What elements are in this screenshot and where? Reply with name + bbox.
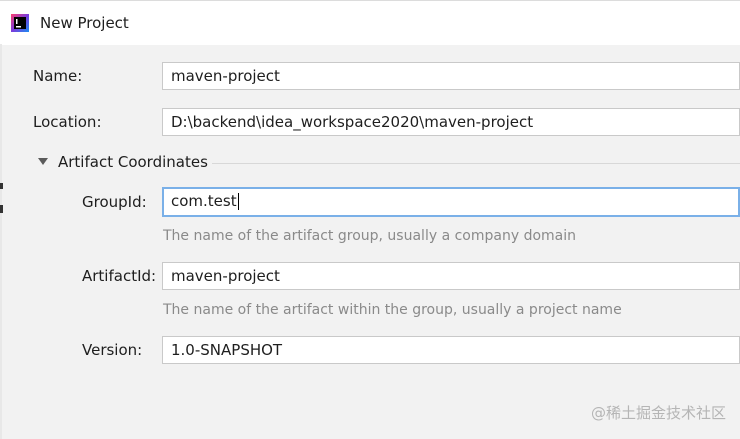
location-field[interactable]: D:\backend\idea_workspace2020\maven-proj… [162, 108, 740, 136]
groupid-hint: The name of the artifact group, usually … [163, 228, 576, 244]
section-title: Artifact Coordinates [58, 153, 208, 171]
name-field[interactable]: maven-project [162, 62, 740, 90]
artifactid-label: ArtifactId: [82, 267, 157, 285]
background-window-marker [0, 205, 3, 213]
title-bar: New Project [0, 0, 740, 45]
background-window-edge [0, 44, 2, 439]
artifact-coordinates-toggle[interactable]: Artifact Coordinates [34, 151, 740, 173]
artifactid-field[interactable]: maven-project [162, 262, 740, 290]
text-caret [237, 193, 239, 210]
groupid-label: GroupId: [82, 193, 147, 211]
location-label: Location: [33, 113, 102, 131]
section-divider [212, 163, 740, 164]
groupid-value: com.test [171, 192, 237, 210]
watermark: @稀土掘金技术社区 [590, 404, 726, 422]
version-field[interactable]: 1.0-SNAPSHOT [162, 336, 740, 364]
expand-triangle-icon[interactable] [38, 158, 48, 165]
intellij-app-icon [11, 14, 29, 32]
dialog-title: New Project [40, 14, 129, 32]
name-label: Name: [33, 67, 83, 85]
version-label: Version: [82, 341, 143, 359]
groupid-field[interactable]: com.test [162, 187, 740, 217]
background-window-marker [0, 183, 3, 189]
artifactid-hint: The name of the artifact within the grou… [163, 302, 622, 318]
new-project-dialog: New Project Name: maven-project Location… [0, 0, 740, 439]
